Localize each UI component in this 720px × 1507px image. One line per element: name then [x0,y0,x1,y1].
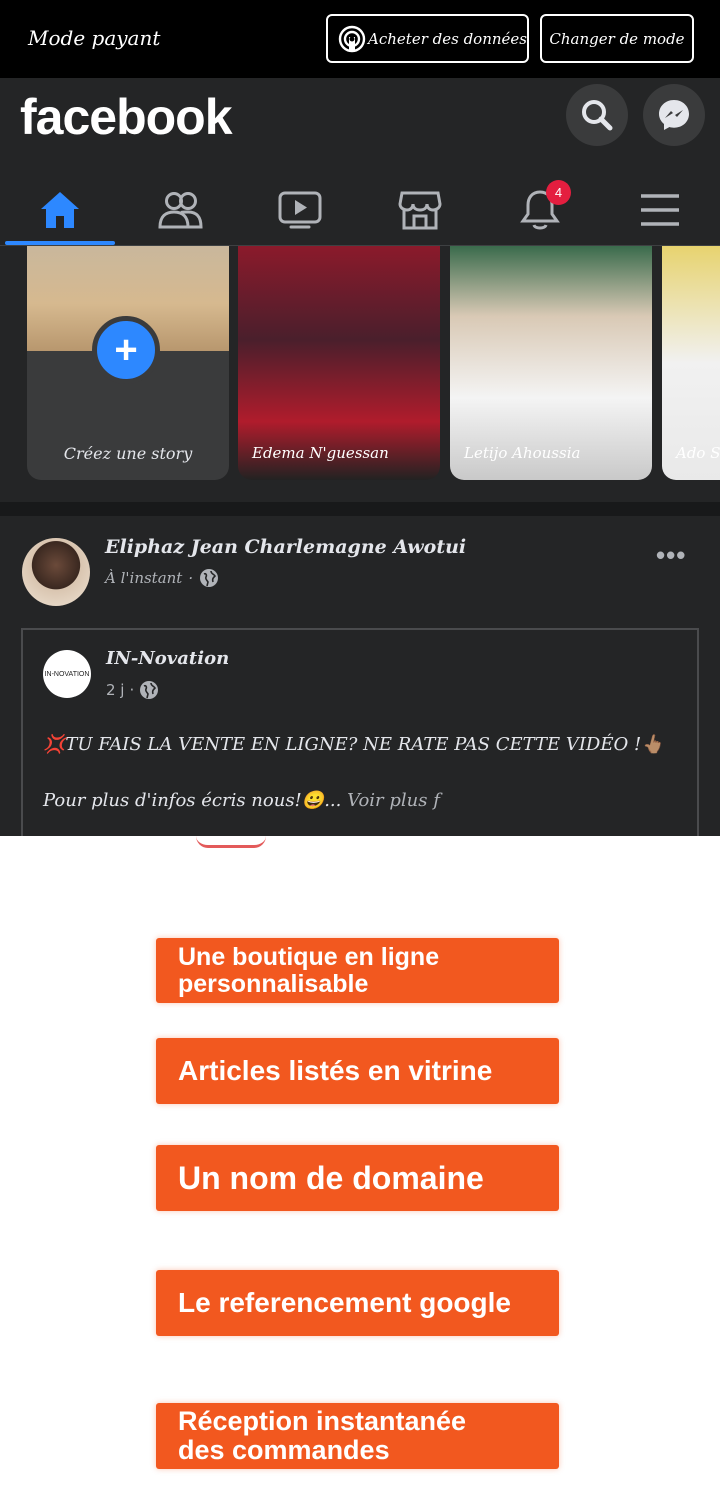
messenger-button[interactable] [643,84,705,146]
feature-banner: Articles listés en vitrine [156,1038,559,1104]
notification-badge: 4 [546,180,571,205]
search-icon [582,100,613,131]
post-time-text: À l'instant [105,569,183,587]
story-author: Ado Su [676,444,720,462]
tab-notifications[interactable]: 4 [480,174,600,246]
see-more-link[interactable]: Voir plus f [347,790,440,811]
create-story-card[interactable]: + Créez une story [27,246,229,480]
feature-text: Un nom de domaine [178,1159,484,1196]
friends-icon [158,192,203,229]
feed-separator [0,502,720,516]
marketplace-icon [398,191,442,230]
story-author: Letijo Ahoussia [464,444,581,462]
change-mode-button[interactable]: Changer de mode [540,14,694,63]
story-author: Edema N'guessan [252,444,389,462]
feature-text: des commandes [178,1435,390,1465]
shared-post-time: 2 j · [106,680,159,700]
feature-text: personnalisable [178,969,369,998]
story-card[interactable]: Ado Su [662,246,720,480]
shared-page-name[interactable]: IN-Novation [106,648,229,669]
feature-text: Réception instantanée [178,1405,467,1436]
feature-banner: Réception instantanée des commandes [156,1403,559,1469]
globe-icon [200,569,219,587]
media-decoration [196,836,266,848]
story-card[interactable]: Edema N'guessan [238,246,440,480]
facebook-logo[interactable]: facebook [20,88,233,146]
feature-banner: Une boutique en ligne personnalisable [156,938,559,1003]
create-story-label: Créez une story [63,444,193,463]
separator-dot: · [129,681,135,699]
buy-data-icon [338,25,366,53]
main-nav: 4 [0,174,720,246]
tab-home[interactable] [0,174,120,246]
shared-time-text: 2 j [106,681,125,699]
separator-dot: · [188,569,194,587]
globe-icon [140,681,159,699]
tab-marketplace[interactable] [360,174,480,246]
post-text-continued: Pour plus d'infos écris nous!😀... [43,790,342,811]
feature-text: Une boutique en ligne [178,942,440,971]
stories-tray: + Créez une story Edema N'guessan Letijo… [0,246,720,502]
feature-banner: Un nom de domaine [156,1145,559,1211]
post-time: À l'instant · [105,568,219,588]
video-icon [278,191,322,229]
change-mode-label: Changer de mode [549,29,685,48]
tab-video[interactable] [240,174,360,246]
buy-data-label: Acheter des données [368,29,527,48]
post-text-line: Pour plus d'infos écris nous!😀... Voir p… [43,790,440,811]
facebook-header: facebook 4 [0,78,720,246]
page: Mode payant Acheter des données Changer … [0,0,720,1507]
plus-icon[interactable]: + [92,316,160,384]
messenger-icon [659,100,689,130]
home-icon [41,192,79,228]
buy-data-button[interactable]: Acheter des données [326,14,529,63]
mode-label: Mode payant [28,26,161,50]
mode-bar: Mode payant Acheter des données Changer … [0,0,720,78]
feature-text: Le referencement google [178,1286,511,1318]
page-avatar[interactable]: IN-NOVATION [43,650,91,698]
author-avatar[interactable] [22,538,90,606]
story-card[interactable]: Letijo Ahoussia [450,246,652,480]
post-media[interactable]: Une boutique en ligne personnalisable Ar… [0,836,720,1507]
tab-menu[interactable] [600,174,720,246]
shared-post[interactable]: IN-NOVATION IN-Novation 2 j · 💢TU FAIS L… [21,628,699,836]
post-text-line: 💢TU FAIS LA VENTE EN LIGNE? NE RATE PAS … [43,734,664,755]
menu-icon [641,194,679,226]
feed-post: Eliphaz Jean Charlemagne Awotui À l'inst… [0,516,720,836]
feature-text: Articles listés en vitrine [178,1054,493,1086]
tab-friends[interactable] [120,174,240,246]
search-button[interactable] [566,84,628,146]
feature-banner: Le referencement google [156,1270,559,1336]
post-author[interactable]: Eliphaz Jean Charlemagne Awotui [105,536,466,558]
more-icon[interactable]: ••• [656,540,686,571]
